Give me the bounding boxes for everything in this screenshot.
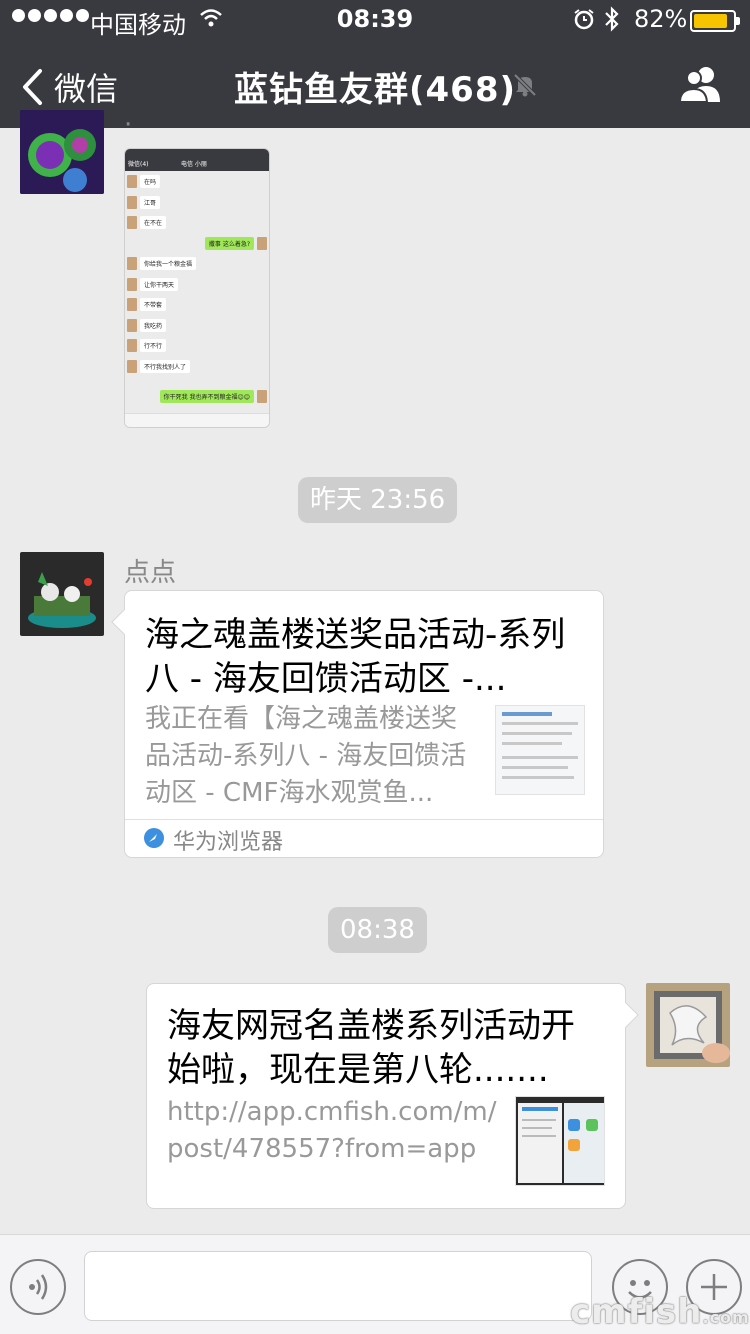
link-title: 海友网冠名盖楼系列活动开始啦，现在是第八轮....... bbox=[167, 1006, 575, 1090]
thumb-avatar bbox=[127, 359, 137, 373]
thumb-avatar bbox=[127, 277, 137, 291]
avatar[interactable] bbox=[20, 552, 104, 636]
avatar[interactable] bbox=[20, 110, 104, 194]
thumb-message-row: 你干死我 我也弄不到粮金福😊😊 bbox=[125, 388, 269, 404]
link-description: 我正在看【海之魂盖楼送奖品活动-系列八 - 海友回馈活动区 - CMF海水观赏鱼… bbox=[145, 704, 467, 808]
watermark-text: cmfish bbox=[570, 1292, 703, 1332]
thumb-message-bubble: 在不在 bbox=[140, 216, 167, 229]
thumb-message-row: 不行我找别人了 bbox=[125, 358, 269, 374]
thumb-message-row: 不带套 bbox=[125, 296, 269, 312]
thumb-avatar bbox=[257, 236, 267, 250]
sender-name: · bbox=[124, 110, 133, 140]
thumb-avatar bbox=[127, 339, 137, 352]
shared-link-card[interactable]: 海之魂盖楼送奖品活动-系列八 - 海友回馈活动区 -... 我正在看【海之魂盖楼… bbox=[111, 590, 604, 858]
shared-link-card[interactable]: 海友网冠名盖楼系列活动开始啦，现在是第八轮....... http://app.… bbox=[146, 983, 639, 1209]
thumb-message-row: 在吗 bbox=[125, 173, 269, 189]
thumb-message-bubble: 行不行 bbox=[140, 339, 167, 352]
site-watermark: cmfish.com bbox=[570, 1292, 750, 1332]
timestamp: 08:38 bbox=[328, 907, 427, 953]
thumb-message-row: 江哥 bbox=[125, 194, 269, 210]
watermark-suffix: .com bbox=[702, 1308, 750, 1327]
thumb-avatar bbox=[127, 318, 137, 332]
thumb-message-bubble: 我吃药 bbox=[140, 318, 167, 332]
link-source: 华为浏览器 bbox=[125, 819, 603, 857]
thumb-message-row: 撒事 这么着急? bbox=[125, 235, 269, 251]
thumb-message-row: 行不行 bbox=[125, 337, 269, 353]
thumb-avatar bbox=[257, 389, 267, 403]
bluetooth-icon bbox=[605, 6, 619, 32]
mute-bell-icon bbox=[513, 73, 537, 97]
coral-avatar-image bbox=[20, 110, 104, 194]
thumb-message-bubble: 不带套 bbox=[140, 298, 167, 311]
thumb-message-row: 在不在 bbox=[125, 214, 269, 230]
thumb-avatar bbox=[127, 216, 137, 229]
thumb-avatar bbox=[127, 175, 137, 188]
link-description: http://app.cmfish.com/m/post/478557?from… bbox=[167, 1097, 497, 1164]
thumb-message-bubble: 你给我一个粮金福 bbox=[140, 257, 197, 270]
thumb-message-bubble: 让你干两天 bbox=[140, 277, 179, 291]
toy-avatar-image bbox=[20, 552, 104, 636]
avatar[interactable] bbox=[646, 983, 730, 1067]
bubble-tail bbox=[111, 609, 137, 635]
timestamp: 昨天 23:56 bbox=[298, 477, 458, 523]
thumb-avatar bbox=[127, 195, 137, 209]
link-thumbnail bbox=[515, 1096, 605, 1186]
chat-screenshot-image[interactable]: 微信(4) 电信 小丽 在吗江哥在不在撒事 这么着急? 你给我一个粮金福 让你干两天… bbox=[124, 148, 270, 428]
link-thumbnail bbox=[495, 705, 585, 795]
framed-art-avatar-image bbox=[646, 983, 730, 1067]
link-source-label: 华为浏览器 bbox=[173, 830, 284, 855]
thumb-header-center: 电信 小丽 bbox=[181, 161, 207, 168]
battery-percentage: 82% bbox=[634, 5, 688, 33]
link-title: 海之魂盖楼送奖品活动-系列八 - 海友回馈活动区 -... bbox=[145, 615, 566, 699]
thumb-message-row: 我吃药 bbox=[125, 317, 269, 333]
message-input[interactable] bbox=[84, 1251, 592, 1321]
thumb-message-row: 你给我一个粮金福 bbox=[125, 255, 269, 271]
status-bar: 中国移动 08:39 82% bbox=[0, 0, 750, 40]
browser-icon bbox=[144, 828, 164, 848]
voice-toggle-button[interactable] bbox=[10, 1259, 66, 1315]
thumb-header-left: 微信(4) bbox=[128, 161, 149, 168]
thumb-message-bubble: 在吗 bbox=[140, 175, 161, 188]
thumb-message-bubble: 你干死我 我也弄不到粮金福😊😊 bbox=[159, 389, 254, 403]
thumb-message-row: 让你干两天 bbox=[125, 276, 269, 292]
thumb-message-bubble: 撒事 这么着急? bbox=[204, 236, 254, 250]
thumb-avatar bbox=[127, 298, 137, 311]
thumb-header: 微信(4) 电信 小丽 bbox=[125, 149, 269, 171]
battery-icon bbox=[690, 10, 740, 32]
thumb-input-bar bbox=[125, 413, 269, 427]
group-members-icon[interactable] bbox=[678, 64, 724, 104]
page-title: 蓝钻鱼友群(468) bbox=[233, 70, 517, 110]
thumb-message-bubble: 江哥 bbox=[140, 195, 161, 209]
top-header: 中国移动 08:39 82% 微信 蓝钻鱼友群(468) bbox=[0, 0, 750, 128]
thumb-message-bubble: 不行我找别人了 bbox=[140, 359, 191, 373]
sender-name: 点点 bbox=[124, 558, 177, 588]
alarm-icon bbox=[574, 9, 594, 30]
bubble-tail bbox=[613, 1002, 639, 1028]
thumb-avatar bbox=[127, 257, 137, 270]
voice-icon bbox=[29, 1274, 48, 1300]
